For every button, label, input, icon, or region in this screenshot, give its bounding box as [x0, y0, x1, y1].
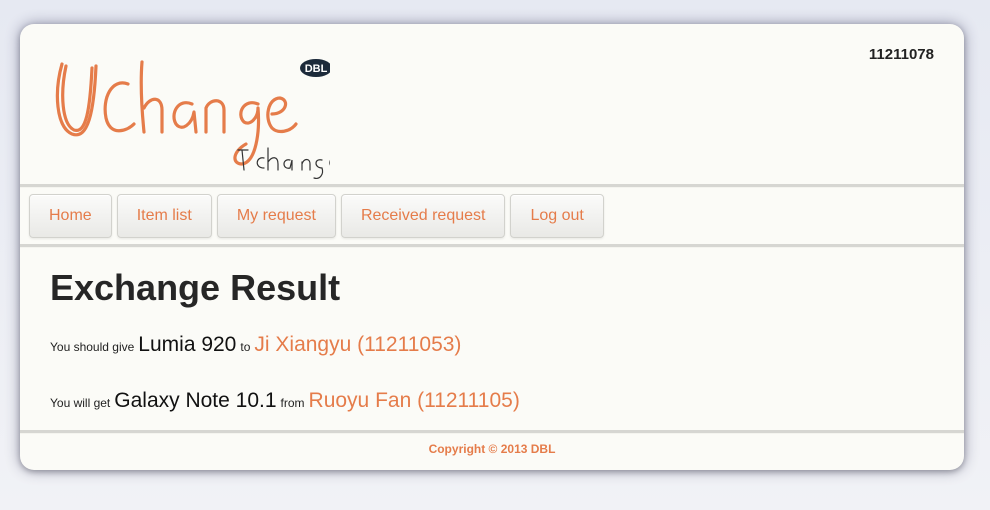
- main-nav: Home Item list My request Received reque…: [29, 194, 604, 238]
- get-line: You will get Galaxy Note 10.1 from Ruoyu…: [50, 389, 520, 413]
- nav-item-list-button[interactable]: Item list: [116, 194, 212, 238]
- nav-divider: [20, 244, 964, 248]
- page-title: Exchange Result: [50, 267, 341, 308]
- nav-my-request-button[interactable]: My request: [216, 194, 336, 238]
- header: DBL 11211078: [20, 24, 964, 184]
- give-connector: to: [240, 340, 251, 354]
- uchange-logo[interactable]: DBL: [50, 52, 330, 182]
- nav-home-button[interactable]: Home: [29, 194, 112, 238]
- nav-log-out-button[interactable]: Log out: [510, 194, 604, 238]
- get-connector: from: [280, 396, 305, 410]
- get-sender-link[interactable]: Ruoyu Fan (11211105): [309, 389, 520, 413]
- footer-divider: [20, 430, 964, 434]
- give-item-name: Lumia 920: [138, 333, 237, 356]
- get-item-name: Galaxy Note 10.1: [114, 389, 277, 412]
- header-divider: [20, 184, 964, 188]
- user-id: 11211078: [868, 46, 934, 63]
- main-card: DBL 11211078 Home Item list My request R…: [20, 24, 964, 470]
- footer-copyright: Copyright © 2013 DBL: [428, 442, 556, 456]
- give-line: You should give Lumia 920 to Ji Xiangyu …: [50, 333, 461, 357]
- give-prefix: You should give: [50, 340, 135, 354]
- get-prefix: You will get: [50, 396, 111, 410]
- svg-text:DBL: DBL: [305, 63, 328, 75]
- nav-received-request-button[interactable]: Received request: [340, 194, 506, 238]
- give-recipient-link[interactable]: Ji Xiangyu (11211053): [254, 333, 461, 357]
